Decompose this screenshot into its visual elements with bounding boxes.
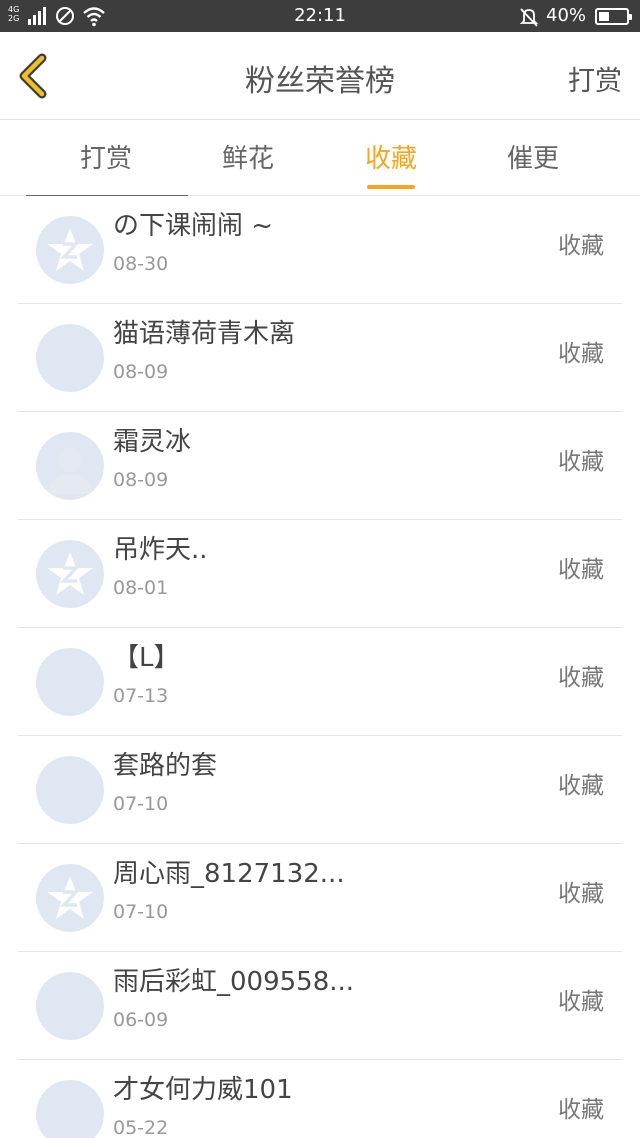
fan-name: 才女何力威101 (113, 1075, 293, 1105)
fan-action-type: 收藏 (558, 989, 604, 1015)
tab-flowers[interactable]: 鲜花 (188, 139, 308, 179)
fan-action-type: 收藏 (558, 665, 604, 691)
list-item[interactable]: 霜灵冰 08-09 收藏 (18, 412, 622, 520)
status-bar: 4G 2G 22:11 40% (0, 0, 640, 32)
fan-date: 08-09 (113, 469, 169, 491)
list-item[interactable]: 周心雨_8127132... 07-10 收藏 (18, 844, 622, 952)
active-tab-indicator (367, 185, 415, 189)
fan-name: 【L】 (113, 643, 180, 673)
default-star-avatar-icon (47, 552, 93, 595)
tab-reward[interactable]: 打赏 (46, 139, 166, 179)
avatar[interactable] (36, 756, 104, 824)
avatar[interactable] (36, 432, 104, 500)
tab-urge-update[interactable]: 催更 (473, 139, 593, 179)
fan-name: 雨后彩虹_009558... (113, 967, 355, 997)
list-item[interactable]: 雨后彩虹_009558... 06-09 收藏 (18, 952, 622, 1060)
tab-bar: 打赏 鲜花 收藏 催更 (0, 121, 640, 196)
battery-percentage: 40% (546, 5, 587, 26)
list-item[interactable]: 才女何力威101 05-22 收藏 (18, 1060, 622, 1138)
fan-action-type: 收藏 (558, 773, 604, 799)
avatar[interactable] (36, 216, 104, 284)
tab-label: 收藏 (364, 144, 417, 174)
fan-action-type: 收藏 (558, 233, 604, 259)
fan-action-type: 收藏 (558, 449, 604, 475)
avatar[interactable] (36, 324, 104, 392)
fan-date: 07-10 (113, 901, 169, 923)
default-star-avatar-icon (47, 228, 93, 271)
reward-button[interactable]: 打赏 (568, 62, 622, 102)
fan-name: 猫语薄荷青木离 (113, 319, 296, 349)
fan-name: 周心雨_8127132... (113, 859, 345, 889)
fan-action-type: 收藏 (558, 341, 604, 367)
fan-name: の下课闹闹 ~ (113, 211, 274, 241)
tab-label: 鲜花 (221, 144, 274, 174)
default-star-avatar-icon (47, 876, 93, 919)
avatar[interactable] (36, 540, 104, 608)
fan-name: 吊炸天.. (113, 535, 208, 565)
avatar[interactable] (36, 1080, 104, 1138)
tab-label: 打赏 (79, 144, 132, 174)
battery-fill (599, 12, 609, 21)
fan-date: 06-09 (113, 1009, 169, 1031)
fan-list[interactable]: の下课闹闹 ~ 08-30 收藏 猫语薄荷青木离 08-09 收藏 霜灵冰 08… (0, 196, 640, 1138)
fan-date: 08-01 (113, 577, 169, 599)
fan-date: 07-10 (113, 793, 169, 815)
tab-collect[interactable]: 收藏 (331, 139, 451, 189)
fan-date: 07-13 (113, 685, 169, 707)
fan-action-type: 收藏 (558, 1097, 604, 1123)
mute-bell-icon (519, 8, 539, 27)
tab-label: 催更 (506, 144, 559, 174)
battery-icon (595, 8, 632, 25)
fan-action-type: 收藏 (558, 557, 604, 583)
avatar[interactable] (36, 648, 104, 716)
avatar[interactable] (36, 864, 104, 932)
fan-date: 05-22 (113, 1117, 169, 1138)
default-person-avatar-icon (48, 448, 92, 494)
top-nav-bar: 粉丝荣誉榜 打赏 (0, 32, 640, 120)
avatar[interactable] (36, 972, 104, 1040)
list-item[interactable]: の下课闹闹 ~ 08-30 收藏 (18, 196, 622, 304)
fan-name: 套路的套 (113, 751, 218, 781)
fan-action-type: 收藏 (558, 881, 604, 907)
clock: 22:11 (294, 5, 346, 26)
list-item[interactable]: 猫语薄荷青木离 08-09 收藏 (18, 304, 622, 412)
fan-date: 08-09 (113, 361, 169, 383)
list-item[interactable]: 吊炸天.. 08-01 收藏 (18, 520, 622, 628)
list-item[interactable]: 【L】 07-13 收藏 (18, 628, 622, 736)
fan-date: 08-30 (113, 253, 169, 275)
page-title: 粉丝荣誉榜 (245, 64, 395, 99)
fan-name: 霜灵冰 (113, 427, 192, 457)
list-item[interactable]: 套路的套 07-10 收藏 (18, 736, 622, 844)
